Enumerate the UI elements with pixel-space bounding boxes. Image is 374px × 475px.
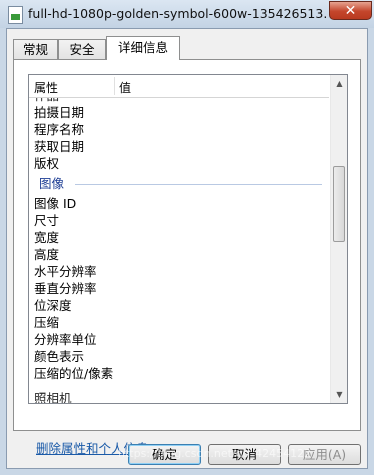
column-divider[interactable]: [114, 77, 115, 95]
list-item-copyright[interactable]: 版权: [34, 155, 59, 172]
scroll-up-arrow-icon[interactable]: ▲: [331, 75, 347, 92]
column-header-value[interactable]: 值: [119, 79, 131, 96]
list-item-vertical-resolution[interactable]: 垂直分辨率: [34, 280, 97, 297]
list-item-dimensions[interactable]: 尺寸: [34, 212, 59, 229]
list-item-program-name[interactable]: 程序名称: [34, 121, 84, 138]
group-divider: [75, 184, 322, 185]
column-header-property[interactable]: 属性: [34, 79, 58, 96]
list-item-date-taken[interactable]: 拍摄日期: [34, 104, 84, 121]
image-file-icon: [8, 6, 23, 24]
scroll-thumb[interactable]: [333, 166, 345, 242]
tab-details[interactable]: 详细信息: [106, 36, 180, 60]
list-item-date-acquired[interactable]: 获取日期: [34, 138, 84, 155]
list-item-width[interactable]: 宽度: [34, 229, 59, 246]
group-header-image: 图像: [39, 175, 322, 192]
list-item-horizontal-resolution[interactable]: 水平分辨率: [34, 263, 97, 280]
list-item-compressed-bits-per-pixel[interactable]: 压缩的位/像素: [34, 365, 113, 382]
list-header: 属性 值: [29, 75, 329, 98]
scroll-down-arrow-icon[interactable]: ▼: [331, 386, 347, 403]
list-item-bit-depth[interactable]: 位深度: [34, 297, 72, 314]
list-item-color-representation[interactable]: 颜色表示: [34, 348, 84, 365]
list-item-resolution-unit[interactable]: 分辨率单位: [34, 331, 97, 348]
list-item-partial-bottom[interactable]: 照相机: [34, 390, 72, 403]
tab-general[interactable]: 常规: [13, 39, 58, 59]
tab-security[interactable]: 安全: [58, 39, 106, 59]
property-list[interactable]: 作品 拍摄日期 程序名称 获取日期 版权 图像 图像 ID 尺寸 宽度 高度 水…: [28, 74, 348, 404]
list-item-height[interactable]: 高度: [34, 246, 59, 263]
list-item-image-id[interactable]: 图像 ID: [34, 195, 76, 212]
details-panel: 作品 拍摄日期 程序名称 获取日期 版权 图像 图像 ID 尺寸 宽度 高度 水…: [13, 59, 361, 456]
title-bar[interactable]: full-hd-1080p-golden-symbol-600w-1354265…: [0, 0, 374, 28]
properties-dialog: 常规 安全 详细信息 作品 拍摄日期 程序名称 获取日期 版权 图像 图像 ID…: [6, 28, 368, 469]
vertical-scrollbar[interactable]: ▲ ▼: [330, 75, 347, 403]
list-item-compression[interactable]: 压缩: [34, 314, 59, 331]
window-title: full-hd-1080p-golden-symbol-600w-1354265…: [28, 6, 328, 21]
close-button[interactable]: ✕: [329, 1, 372, 20]
group-label: 图像: [39, 176, 65, 191]
watermark-text: https://blog.csdn.net/qq_42454122: [118, 447, 312, 460]
